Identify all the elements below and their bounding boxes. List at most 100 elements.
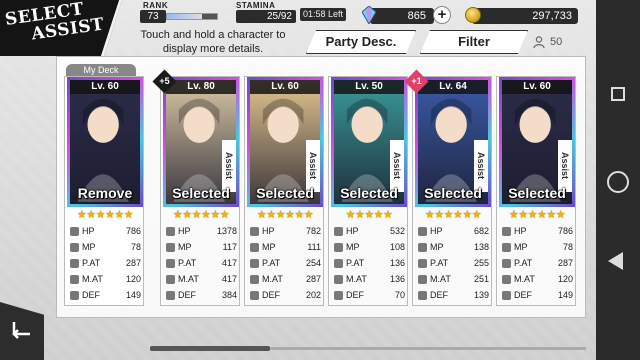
mat-icon	[250, 275, 259, 284]
stat-value: 120	[125, 274, 141, 284]
gem-icon	[362, 6, 376, 24]
stat-row-mat: M.AT 120	[68, 271, 143, 287]
plus-badge: +5	[152, 69, 177, 94]
stat-list: HP 1378 MP 117 P.AT 417 M.AT 417 DEF 384	[164, 223, 239, 303]
stat-value: 417	[221, 258, 237, 268]
stat-value: 138	[473, 242, 489, 252]
mp-icon	[334, 243, 343, 252]
selected-label: Selected	[340, 185, 398, 201]
hp-icon	[502, 227, 511, 236]
stat-value: 254	[305, 258, 321, 268]
hp-icon	[334, 227, 343, 236]
stat-name: DEF	[262, 290, 280, 300]
mat-icon	[418, 275, 427, 284]
stat-value: 136	[389, 274, 405, 284]
stat-list: HP 782 MP 111 P.AT 254 M.AT 287 DEF 202	[248, 223, 323, 303]
character-card[interactable]: Lv. 80 Assist Selected +5 ★★★★★★ HP 1378 MP 117 P…	[152, 69, 240, 306]
owned-count: 50	[550, 36, 563, 48]
stamina-label: STAMINA	[236, 1, 276, 10]
stat-row-hp: HP 786	[68, 223, 143, 239]
rank-progress-bar	[166, 13, 218, 20]
def-icon	[70, 291, 79, 300]
stat-value: 70	[394, 290, 405, 300]
character-card[interactable]: Lv. 64 Assist Selected +1 ★★★★★★ HP 682 MP 138 P.…	[404, 69, 492, 306]
mp-icon	[502, 243, 511, 252]
stat-row-mat: M.AT 251	[416, 271, 491, 287]
pat-icon	[70, 259, 79, 268]
stat-value: 78	[562, 242, 573, 252]
stat-name: M.AT	[178, 274, 199, 284]
stat-name: MP	[262, 242, 276, 252]
pat-icon	[418, 259, 427, 268]
def-icon	[418, 291, 427, 300]
character-card[interactable]: Lv. 50 Assist Selected ★★★★★ HP 532 MP 108 P.AT 1…	[328, 76, 408, 306]
plus-badge: +1	[404, 69, 429, 94]
stat-value: 417	[221, 274, 237, 284]
star-rating: ★★★★★★	[76, 209, 134, 221]
stat-name: P.AT	[82, 258, 101, 268]
pat-icon	[334, 259, 343, 268]
stat-name: MP	[82, 242, 96, 252]
stat-name: DEF	[346, 290, 364, 300]
stat-row-mat: M.AT 417	[164, 271, 239, 287]
scroll-thumb[interactable]	[150, 346, 270, 351]
def-icon	[166, 291, 175, 300]
stat-name: P.AT	[514, 258, 533, 268]
stat-row-mat: M.AT 287	[248, 271, 323, 287]
star-rating: ★★★★★	[345, 209, 393, 221]
selected-label: Selected	[256, 185, 314, 201]
buy-gems-button[interactable]: +	[433, 6, 451, 24]
character-card[interactable]: Lv. 60 Remove ★★★★★★ HP 786 MP 78 P.AT 287 M.AT 12…	[64, 76, 144, 306]
mat-icon	[70, 275, 79, 284]
stat-value: 120	[557, 274, 573, 284]
character-card[interactable]: Lv. 60 Assist Selected ★★★★★★ HP 782 MP 111 P.AT…	[244, 76, 324, 306]
stat-value: 532	[389, 226, 405, 236]
stat-name: MP	[346, 242, 360, 252]
recent-apps-icon[interactable]	[611, 87, 625, 101]
stat-value: 78	[130, 242, 141, 252]
stat-row-pat: P.AT 255	[416, 255, 491, 271]
stat-row-mat: M.AT 136	[332, 271, 407, 287]
stat-value: 287	[305, 274, 321, 284]
stat-row-hp: HP 786	[500, 223, 575, 239]
plus-badge-value: +5	[159, 76, 170, 86]
stat-value: 287	[125, 258, 141, 268]
filter-button[interactable]: Filter	[420, 30, 528, 54]
stat-name: MP	[514, 242, 528, 252]
stat-row-pat: P.AT 417	[164, 255, 239, 271]
stat-name: M.AT	[514, 274, 535, 284]
home-icon[interactable]	[607, 171, 629, 193]
stat-name: M.AT	[346, 274, 367, 284]
stat-list: HP 682 MP 138 P.AT 255 M.AT 251 DEF 139	[416, 223, 491, 303]
def-icon	[334, 291, 343, 300]
stat-value: 255	[473, 258, 489, 268]
coin-count: 297,733	[472, 8, 578, 24]
stat-row-mat: M.AT 120	[500, 271, 575, 287]
person-icon	[533, 36, 545, 48]
def-icon	[250, 291, 259, 300]
stat-name: HP	[82, 226, 95, 236]
star-rating: ★★★★★★	[508, 209, 566, 221]
star-rating: ★★★★★★	[256, 209, 314, 221]
stat-value: 117	[222, 242, 237, 252]
party-desc-button[interactable]: Party Desc.	[306, 30, 416, 54]
stat-row-def: DEF 384	[164, 287, 239, 303]
stat-list: HP 786 MP 78 P.AT 287 M.AT 120 DEF 149	[500, 223, 575, 303]
hp-icon	[418, 227, 427, 236]
stat-row-def: DEF 149	[68, 287, 143, 303]
stat-value: 139	[473, 290, 489, 300]
mat-icon	[334, 275, 343, 284]
selected-label: Selected	[424, 185, 482, 201]
stamina-timer: 01:58 Left	[300, 8, 346, 21]
stat-name: DEF	[430, 290, 448, 300]
stat-value: 786	[125, 226, 141, 236]
stat-name: HP	[346, 226, 359, 236]
nav-back-icon[interactable]	[608, 252, 623, 270]
stat-row-pat: P.AT 254	[248, 255, 323, 271]
stat-name: P.AT	[346, 258, 365, 268]
stat-name: HP	[262, 226, 275, 236]
character-card[interactable]: Lv. 60 Assist Selected ★★★★★★ HP 786 MP 78 P.AT 2…	[496, 76, 576, 306]
stat-row-hp: HP 782	[248, 223, 323, 239]
stamina-value: 25/92	[236, 10, 296, 23]
stat-name: HP	[430, 226, 443, 236]
